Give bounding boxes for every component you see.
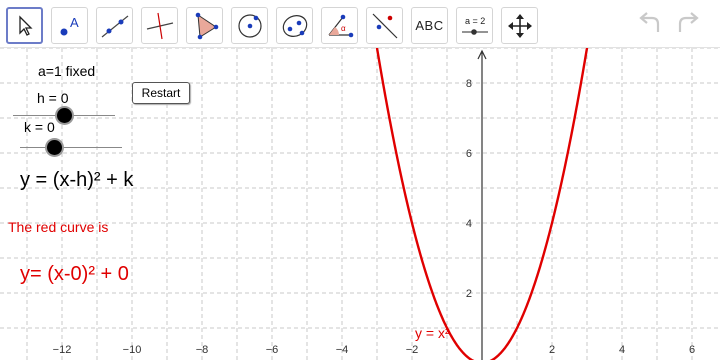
point-icon: A — [60, 15, 79, 35]
x-tick-label: −12 — [53, 344, 72, 356]
svg-text:A: A — [70, 15, 79, 30]
conic-tool[interactable] — [276, 7, 313, 44]
cursor-icon — [18, 14, 33, 36]
coordinate-grid: −12 −10 −8 −6 −4 −2 2 4 6 8 6 4 2 — [0, 48, 720, 360]
a-fixed-label: a=1 fixed — [38, 63, 96, 79]
polygon-icon — [195, 12, 218, 39]
line-icon — [101, 15, 128, 37]
h-slider-knob[interactable] — [57, 108, 72, 123]
perpendicular-tool[interactable] — [141, 7, 178, 44]
h-slider-label: h = 0 — [37, 90, 69, 106]
toolbar: A α ABC a = 2 — [0, 0, 720, 48]
text-tool[interactable]: ABC — [411, 7, 448, 44]
polygon-tool[interactable] — [186, 7, 223, 44]
red-curve-formula: y= (x-0)² + 0 — [20, 263, 129, 285]
text-icon: ABC — [415, 18, 444, 33]
x-tick-label: 6 — [689, 344, 695, 356]
circle-tool[interactable] — [231, 7, 268, 44]
circle-icon — [237, 13, 262, 38]
reflect-tool[interactable] — [366, 7, 403, 44]
x-tick-label: −6 — [266, 344, 279, 356]
k-slider-track[interactable] — [20, 147, 122, 148]
slider-icon: a = 2 — [461, 16, 488, 35]
angle-tool[interactable]: α — [321, 7, 358, 44]
ellipse-icon — [282, 14, 307, 37]
restart-button[interactable]: Restart — [132, 82, 190, 104]
slider-tool[interactable]: a = 2 — [456, 7, 493, 44]
move-arrows-icon — [507, 13, 532, 38]
k-slider-label: k = 0 — [24, 119, 55, 135]
y-tick-label: 2 — [466, 288, 472, 300]
perpendicular-line-icon — [146, 12, 173, 39]
x-tick-label: 2 — [549, 344, 555, 356]
move-graphics-tool[interactable] — [501, 7, 538, 44]
k-slider-knob[interactable] — [47, 140, 62, 155]
svg-text:α: α — [341, 24, 346, 33]
y-tick-label: 8 — [466, 78, 472, 90]
y-tick-label: 4 — [466, 218, 472, 230]
x-tick-label: 4 — [619, 344, 625, 356]
general-formula: y = (x-h)² + k — [20, 169, 134, 191]
y-tick-label: 6 — [466, 148, 472, 160]
x-tick-label: −10 — [123, 344, 142, 356]
redo-icon[interactable] — [672, 12, 702, 36]
angle-icon: α — [328, 14, 353, 37]
graphics-view[interactable]: −12 −10 −8 −6 −4 −2 2 4 6 8 6 4 2 a=1 fixed h = 0 k … — [0, 48, 720, 360]
x-tick-label: −8 — [196, 344, 209, 356]
red-curve-caption: The red curve is — [8, 219, 109, 235]
x-tick-label: −2 — [406, 344, 419, 356]
curve-label: y = x² — [415, 325, 450, 341]
x-tick-label: −4 — [336, 344, 349, 356]
undo-icon[interactable] — [636, 12, 666, 36]
svg-text:a = 2: a = 2 — [465, 16, 485, 26]
line-tool[interactable] — [96, 7, 133, 44]
reflect-icon — [372, 13, 397, 38]
point-tool[interactable]: A — [51, 7, 88, 44]
move-tool[interactable] — [6, 7, 43, 44]
